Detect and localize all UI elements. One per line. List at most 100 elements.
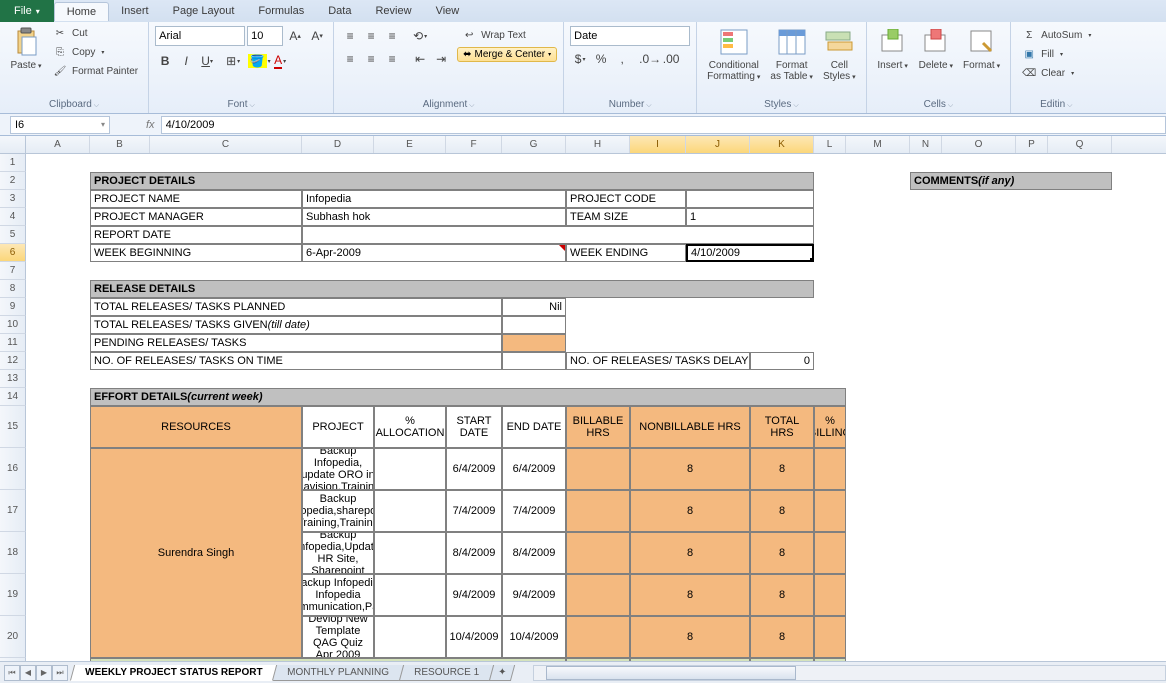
row-header-4[interactable]: 4 <box>0 208 26 226</box>
format-cells-button[interactable]: Format <box>959 24 1004 74</box>
col-header-F[interactable]: F <box>446 136 502 153</box>
underline-button[interactable]: U▾ <box>197 51 217 71</box>
effort-start-2[interactable]: 8/4/2009 <box>446 532 502 574</box>
effort-start-0[interactable]: 6/4/2009 <box>446 448 502 490</box>
pending-label[interactable]: PENDING RELEASES/ TASKS <box>90 334 502 352</box>
effort-end-4[interactable]: 10/4/2009 <box>502 616 566 658</box>
effort-end-2[interactable]: 8/4/2009 <box>502 532 566 574</box>
effort-alloc-3[interactable] <box>374 574 446 616</box>
row-header-6[interactable]: 6 <box>0 244 26 262</box>
merge-center-button[interactable]: ⬌Merge & Center▾ <box>457 47 557 62</box>
col-header-L[interactable]: L <box>814 136 846 153</box>
col-header-E[interactable]: E <box>374 136 446 153</box>
total-total[interactable]: 40.00 <box>750 658 814 661</box>
align-middle-button[interactable]: ≡ <box>361 26 381 46</box>
project-code-value[interactable] <box>686 190 814 208</box>
formula-input[interactable] <box>161 116 1166 134</box>
row-header-20[interactable]: 20 <box>0 616 26 658</box>
col-header-J[interactable]: J <box>686 136 750 153</box>
row-header-9[interactable]: 9 <box>0 298 26 316</box>
project-name-value[interactable]: Infopedia <box>302 190 566 208</box>
on-time-value[interactable] <box>502 352 566 370</box>
project-name-label[interactable]: PROJECT NAME <box>90 190 302 208</box>
release-details-header[interactable]: RELEASE DETAILS <box>90 280 814 298</box>
week-ending-label[interactable]: WEEK ENDING <box>566 244 686 262</box>
effort-total-0[interactable]: 8 <box>750 448 814 490</box>
total-planned-value[interactable]: Nil <box>502 298 566 316</box>
effort-end-0[interactable]: 6/4/2009 <box>502 448 566 490</box>
comma-button[interactable]: , <box>612 49 632 69</box>
horizontal-scrollbar[interactable] <box>533 665 1166 681</box>
total-nonbill[interactable]: 40.00 <box>630 658 750 661</box>
next-sheet-button[interactable]: ▶ <box>36 665 52 681</box>
effort-billable-0[interactable] <box>566 448 630 490</box>
effort-pct-4[interactable] <box>814 616 846 658</box>
delete-cells-button[interactable]: Delete <box>915 24 957 74</box>
start-header[interactable]: START DATE <box>446 406 502 448</box>
team-size-value[interactable]: 1 <box>686 208 814 226</box>
row-header-10[interactable]: 10 <box>0 316 26 334</box>
sheet-tab-weekly[interactable]: WEEKLY PROJECT STATUS REPORT <box>70 665 278 681</box>
effort-alloc-1[interactable] <box>374 490 446 532</box>
row-header-3[interactable]: 3 <box>0 190 26 208</box>
effort-billable-2[interactable] <box>566 532 630 574</box>
effort-project-2[interactable]: Backup Infopedia,Update HR Site, Sharepo… <box>302 532 374 574</box>
project-manager-value[interactable]: Subhash hok <box>302 208 566 226</box>
col-header-B[interactable]: B <box>90 136 150 153</box>
project-details-header[interactable]: PROJECT DETAILS <box>90 172 814 190</box>
cell-styles-button[interactable]: Cell Styles <box>819 24 860 85</box>
font-name-select[interactable] <box>155 26 245 46</box>
effort-project-4[interactable]: Devlop New Template QAG Quiz Apr 2009 <box>302 616 374 658</box>
fill-button[interactable]: ▣Fill▾ <box>1017 45 1095 63</box>
report-date-value[interactable] <box>302 226 814 244</box>
autosum-button[interactable]: ΣAutoSum▾ <box>1017 26 1095 44</box>
effort-alloc-4[interactable] <box>374 616 446 658</box>
effort-billable-4[interactable] <box>566 616 630 658</box>
select-all-corner[interactable] <box>0 136 26 153</box>
effort-pct-0[interactable] <box>814 448 846 490</box>
row-header-2[interactable]: 2 <box>0 172 26 190</box>
row-header-13[interactable]: 13 <box>0 370 26 388</box>
col-header-P[interactable]: P <box>1016 136 1048 153</box>
delayed-label[interactable]: NO. OF RELEASES/ TASKS DELAYED <box>566 352 750 370</box>
number-format-select[interactable] <box>570 26 690 46</box>
sheet-tab-resource1[interactable]: RESOURCE 1 <box>399 665 494 681</box>
file-tab[interactable]: File <box>0 0 54 22</box>
row-header-19[interactable]: 19 <box>0 574 26 616</box>
delayed-value[interactable]: 0 <box>750 352 814 370</box>
wrap-text-button[interactable]: ↩Wrap Text <box>457 26 557 44</box>
total-pct[interactable] <box>814 658 846 661</box>
project-code-label[interactable]: PROJECT CODE <box>566 190 686 208</box>
last-sheet-button[interactable]: ⏭ <box>52 665 68 681</box>
effort-nonbill-1[interactable]: 8 <box>630 490 750 532</box>
col-header-I[interactable]: I <box>630 136 686 153</box>
allocation-header[interactable]: % ALLOCATION <box>374 406 446 448</box>
project-header[interactable]: PROJECT <box>302 406 374 448</box>
orientation-button[interactable]: ⟲ <box>410 26 430 46</box>
row-header-16[interactable]: 16 <box>0 448 26 490</box>
pending-value[interactable] <box>502 334 566 352</box>
tab-home[interactable]: Home <box>54 2 109 21</box>
row-header-1[interactable]: 1 <box>0 154 26 172</box>
align-right-button[interactable]: ≡ <box>382 49 402 69</box>
effort-end-3[interactable]: 9/4/2009 <box>502 574 566 616</box>
fill-color-button[interactable]: 🪣 <box>249 51 269 71</box>
effort-total-1[interactable]: 8 <box>750 490 814 532</box>
col-header-Q[interactable]: Q <box>1048 136 1112 153</box>
comments-header[interactable]: COMMENTS (if any) <box>910 172 1112 190</box>
bold-button[interactable]: B <box>155 51 175 71</box>
fx-icon[interactable]: fx <box>146 119 155 131</box>
increase-decimal-button[interactable]: .0→ <box>640 49 660 69</box>
tab-data[interactable]: Data <box>316 2 363 20</box>
effort-total-3[interactable]: 8 <box>750 574 814 616</box>
effort-start-1[interactable]: 7/4/2009 <box>446 490 502 532</box>
font-size-select[interactable] <box>247 26 283 46</box>
col-header-K[interactable]: K <box>750 136 814 153</box>
resources-header[interactable]: RESOURCES <box>90 406 302 448</box>
effort-total-2[interactable]: 8 <box>750 532 814 574</box>
resource-name[interactable]: Surendra Singh <box>90 448 302 658</box>
effort-nonbill-3[interactable]: 8 <box>630 574 750 616</box>
insert-cells-button[interactable]: Insert <box>873 24 913 74</box>
effort-details-header[interactable]: EFFORT DETAILS (current week) <box>90 388 846 406</box>
total-planned-label[interactable]: TOTAL RELEASES/ TASKS PLANNED <box>90 298 502 316</box>
